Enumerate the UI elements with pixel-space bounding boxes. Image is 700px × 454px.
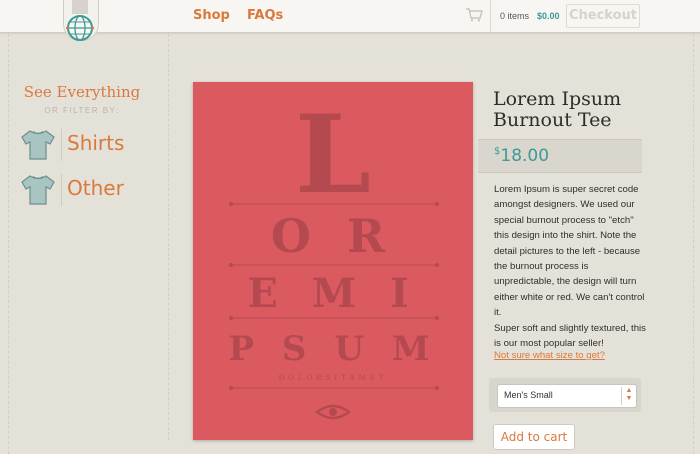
- description-paragraph: Super soft and slightly textured, this i…: [494, 322, 646, 350]
- logo-ribbon-tab: [72, 0, 88, 14]
- category-separator: [61, 129, 62, 161]
- category-label: Shirts: [67, 131, 125, 155]
- cart-divider: [490, 0, 497, 32]
- category-shirts[interactable]: Shirts: [18, 125, 138, 165]
- category-label: Other: [67, 176, 124, 200]
- see-everything-link[interactable]: See Everything: [17, 83, 147, 101]
- price-amount: 18.00: [500, 146, 550, 166]
- nav-link-shop[interactable]: Shop: [193, 8, 230, 23]
- select-arrows-icon: ▲ ▼: [621, 387, 636, 405]
- size-select-value: Men's Small: [504, 390, 553, 400]
- cart-item-count: 0 items: [500, 11, 530, 21]
- cart-total: $0.00: [537, 11, 560, 21]
- print-line-3: E M I: [247, 270, 418, 317]
- checkout-button[interactable]: Checkout: [566, 4, 640, 28]
- description-paragraph: Lorem Ipsum is super secret code amongst…: [494, 184, 645, 319]
- category-other[interactable]: Other: [18, 170, 138, 210]
- product-title: Lorem Ipsum Burnout Tee: [493, 88, 622, 131]
- size-help-link[interactable]: Not sure what size to get?: [494, 350, 605, 361]
- product-description: Lorem Ipsum is super secret code amongst…: [494, 182, 646, 351]
- nav-link-faqs[interactable]: FAQs: [247, 8, 283, 23]
- product-price: $18.00: [494, 146, 549, 166]
- print-line-1: L: [295, 92, 371, 218]
- size-select[interactable]: Men's Small ▲ ▼: [497, 384, 637, 408]
- tshirt-icon: [21, 130, 55, 160]
- tshirt-icon: [21, 175, 55, 205]
- print-line-2: O R: [271, 209, 395, 263]
- filter-by-label: OR FILTER BY:: [44, 106, 120, 115]
- print-line-4: P S U M: [229, 329, 438, 369]
- sidebar-divider: [168, 34, 170, 440]
- shirt-print-artwork: L O R E M I P S U M DOLORSITAMET: [229, 92, 439, 420]
- eye-icon: [314, 404, 352, 420]
- print-small-text: DOLORSITAMET: [279, 374, 388, 382]
- product-image[interactable]: L O R E M I P S U M DOLORSITAMET: [193, 82, 473, 440]
- cart-icon[interactable]: [465, 8, 483, 22]
- add-to-cart-button[interactable]: Add to cart: [493, 424, 575, 450]
- category-separator: [61, 174, 62, 206]
